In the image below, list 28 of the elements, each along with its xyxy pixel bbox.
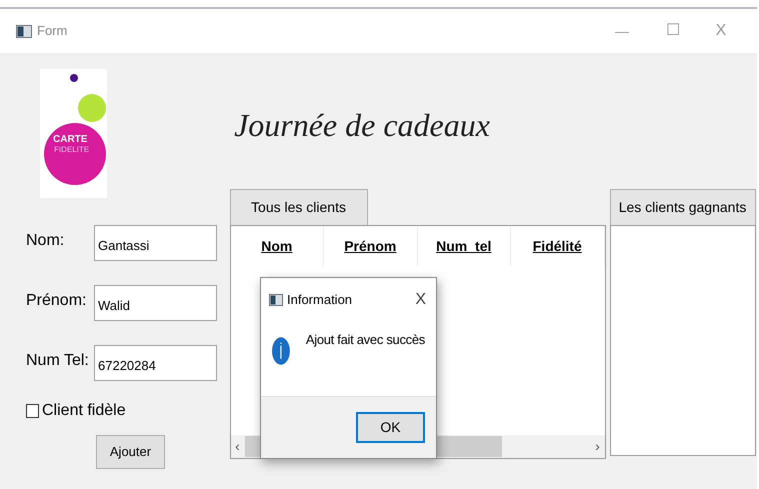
column-header[interactable]: Nom (230, 226, 324, 266)
scroll-right-arrow[interactable]: › (590, 436, 605, 457)
scroll-left-arrow[interactable]: ‹ (230, 436, 245, 457)
text-field[interactable]: Walid (94, 285, 217, 321)
field-label: Prénom: (26, 291, 88, 311)
close-button[interactable]: X (415, 288, 428, 312)
dialog-title: Information (287, 291, 352, 310)
field-label: Num Tel: (26, 351, 90, 371)
window-title: Form (37, 22, 68, 40)
table-tab[interactable]: Tous les clients (230, 189, 368, 225)
logo-icon (40, 69, 107, 198)
page-heading: Journée de cadeaux (234, 106, 490, 145)
text-field[interactable]: 67220284 (94, 345, 217, 381)
client-checkbox[interactable]: Client fidèle (26, 399, 230, 423)
column-header[interactable]: Prénom (324, 226, 418, 266)
logo-text: CARTE (53, 135, 88, 145)
logo-text: FIDELITE (54, 146, 90, 154)
app-icon (269, 294, 283, 306)
column-header[interactable]: Num_tel (418, 226, 512, 266)
app-icon (16, 24, 32, 38)
column-header[interactable]: Fidélité (511, 226, 605, 266)
checkbox-box (26, 404, 39, 418)
text-field[interactable]: Gantassi (94, 225, 217, 261)
dialog-message: Ajout fait avec succès (306, 331, 425, 349)
ok-button[interactable]: OK (356, 412, 425, 443)
field-label: Nom: (26, 231, 66, 251)
winners-tab[interactable]: Les clients gagnants (610, 189, 756, 225)
add-button[interactable]: Ajouter (96, 435, 165, 469)
